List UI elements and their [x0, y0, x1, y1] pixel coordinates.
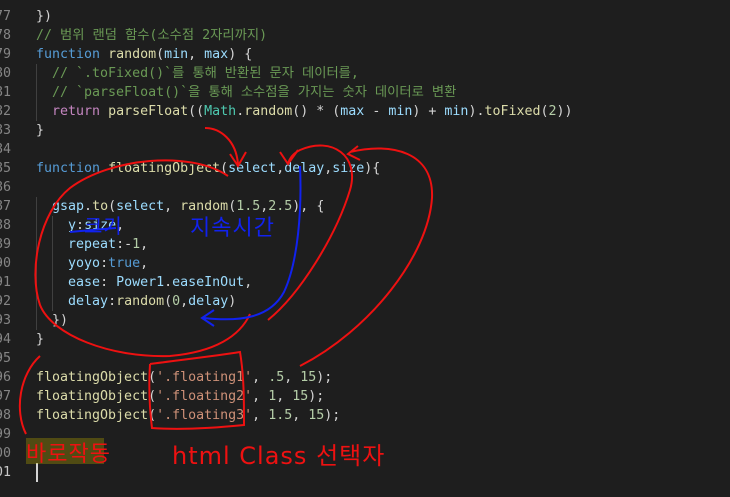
annotation-selector: html Class 선택자: [172, 442, 386, 470]
annotation-duration: 지속시간: [190, 216, 275, 241]
annotation-strokes: [18, 127, 434, 464]
red-ring-function: [34, 159, 251, 358]
red-ring-delay: [267, 144, 353, 321]
red-bracket-calls: [18, 355, 41, 435]
code-editor[interactable]: 77})78// 범위 랜덤 함수(소수점 2자리까지)79function r…: [0, 0, 730, 497]
annotation-size: 크기: [84, 214, 123, 238]
red-arrow-select: [204, 127, 247, 168]
annotation-immediate: 바로작동: [26, 442, 111, 467]
red-box-selectors: [148, 350, 246, 430]
